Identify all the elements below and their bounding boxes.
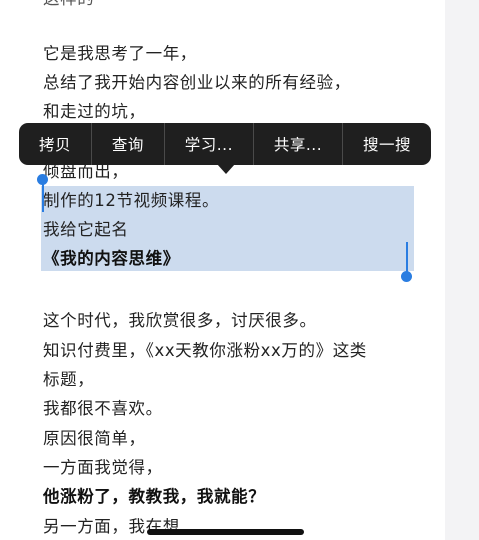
selection-end-bar[interactable] [406, 242, 408, 274]
article-line: 他涨粉了，教教我，我就能？ [43, 487, 266, 506]
article-line: 另一方面，我在想 [43, 517, 180, 536]
home-indicator[interactable] [147, 529, 304, 535]
menu-pointer-arrow [217, 164, 235, 174]
side-margin [445, 0, 479, 540]
selection-start-bar[interactable] [42, 182, 44, 212]
article-line: 和走过的坑， [43, 102, 146, 121]
article-line: 它是我思考了一年， [43, 44, 197, 63]
article-body[interactable]: 这样的 它是我思考了一年， 总结了我开始内容创业以来的所有经验， 和走过的坑， … [0, 0, 445, 540]
article-line: 标题， [43, 370, 95, 389]
article-line: 总结了我开始内容创业以来的所有经验， [43, 73, 351, 92]
article-line: 原因很简单， [43, 429, 146, 448]
lookup-menu-item[interactable]: 查询 [92, 123, 165, 165]
article-line: 我都很不喜欢。 [43, 399, 163, 418]
search-menu-item[interactable]: 搜一搜 [343, 123, 431, 165]
selection-end-handle[interactable] [401, 271, 412, 282]
article-line-clipped: 这样的 [43, 0, 94, 13]
copy-menu-item[interactable]: 拷贝 [19, 123, 92, 165]
screen: 这样的 它是我思考了一年， 总结了我开始内容创业以来的所有经验， 和走过的坑， … [0, 0, 479, 540]
article-line-selected: 制作的12节视频课程。 [43, 191, 220, 210]
article-line-selected: 《我的内容思维》 [43, 249, 180, 268]
article-line-selected: 我给它起名 [43, 220, 129, 239]
article-line: 知识付费里，《xx天教你涨粉xx万的》这类 [43, 341, 367, 360]
article-line: 这个时代，我欣赏很多，讨厌很多。 [43, 311, 317, 330]
article-line: 一方面我觉得， [43, 458, 163, 477]
share-menu-item[interactable]: 共享... [254, 123, 344, 165]
learn-menu-item[interactable]: 学习... [165, 123, 254, 165]
text-context-menu: 拷贝 查询 学习... 共享... 搜一搜 [19, 123, 431, 165]
